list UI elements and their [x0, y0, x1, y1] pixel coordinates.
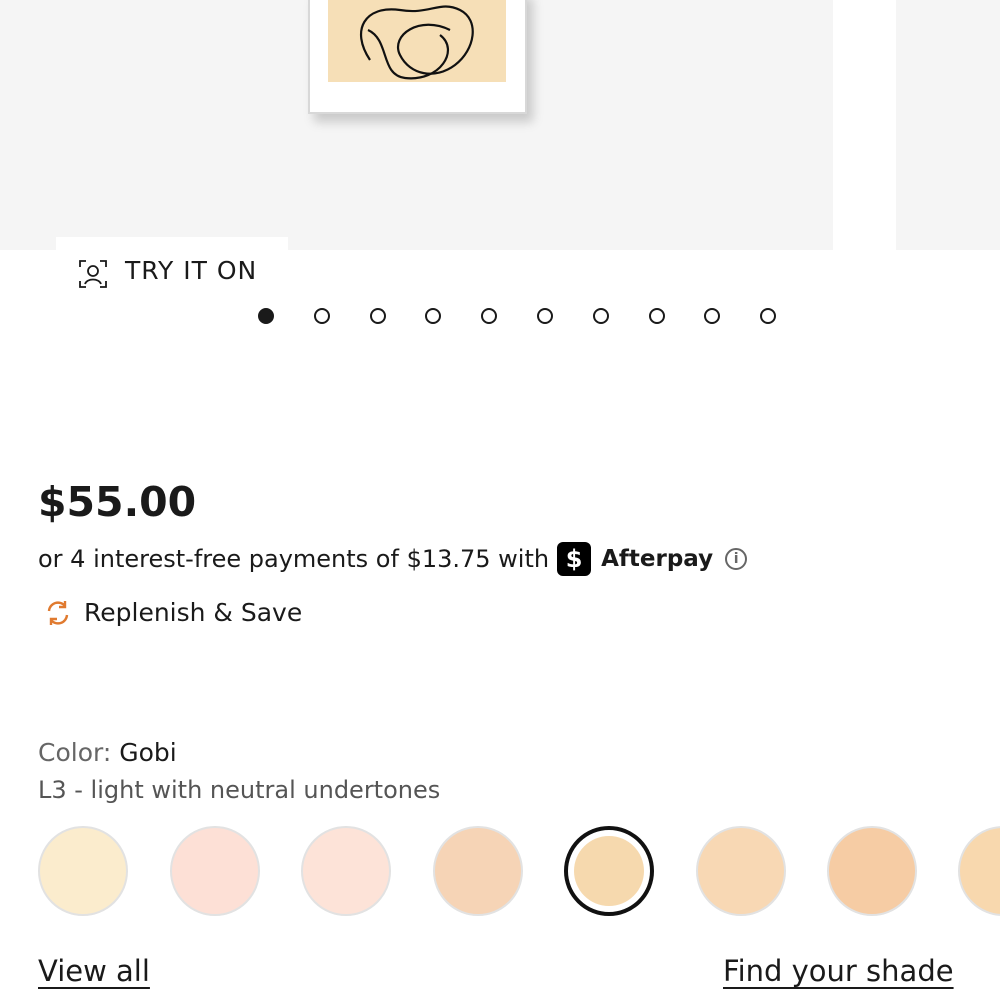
carousel-dot[interactable] [313, 308, 330, 324]
afterpay-installments: or 4 interest-free payments of $13.75 wi… [38, 542, 748, 576]
carousel-dot[interactable] [425, 308, 442, 324]
next-image-peek[interactable] [896, 0, 1000, 250]
product-price: $55.00 [38, 478, 197, 526]
product-page: TRY IT ON $55.00 or 4 interest-free paym… [0, 0, 1000, 1000]
selected-color: Color: Gobi [38, 738, 177, 767]
product-image-carousel[interactable] [0, 0, 833, 250]
shade-swatch[interactable] [827, 826, 917, 916]
carousel-dot[interactable] [704, 308, 721, 324]
face-scan-icon [79, 260, 107, 288]
color-prefix: Color: [38, 738, 112, 767]
shade-swatch[interactable] [170, 826, 260, 916]
find-your-shade-link[interactable]: Find your shade [723, 954, 954, 988]
carousel-dot[interactable] [760, 308, 777, 324]
view-all-link[interactable]: View all [38, 954, 150, 988]
carousel-dot[interactable] [369, 308, 386, 324]
shade-swatch-fill [574, 836, 644, 906]
shade-swatch[interactable] [433, 826, 523, 916]
carousel-dot[interactable] [258, 308, 274, 324]
shade-swatch[interactable] [564, 826, 654, 916]
color-name: Gobi [119, 738, 177, 767]
shade-swatch[interactable] [38, 826, 128, 916]
refresh-icon [47, 600, 69, 625]
shade-swatch[interactable] [301, 826, 391, 916]
shade-description: L3 - light with neutral undertones [38, 776, 441, 804]
carousel-dot[interactable] [536, 308, 553, 324]
brand-logo-icon [360, 5, 474, 80]
try-it-on-button[interactable]: TRY IT ON [56, 237, 288, 299]
replenish-save-link[interactable]: Replenish & Save [44, 598, 302, 627]
afterpay-label: Afterpay [601, 546, 714, 572]
product-image [308, 0, 527, 114]
carousel-dot[interactable] [648, 308, 665, 324]
replenish-save-label: Replenish & Save [84, 598, 303, 627]
try-it-on-label: TRY IT ON [125, 256, 258, 285]
carousel-dot[interactable] [481, 308, 498, 324]
carousel-pagination [258, 308, 816, 324]
afterpay-logo-icon: $ [557, 542, 592, 576]
info-icon[interactable]: i [725, 548, 748, 570]
shade-swatch[interactable] [696, 826, 786, 916]
shade-swatch[interactable] [958, 826, 1000, 916]
installment-text: or 4 interest-free payments of $13.75 wi… [38, 545, 550, 573]
carousel-dot[interactable] [592, 308, 609, 324]
